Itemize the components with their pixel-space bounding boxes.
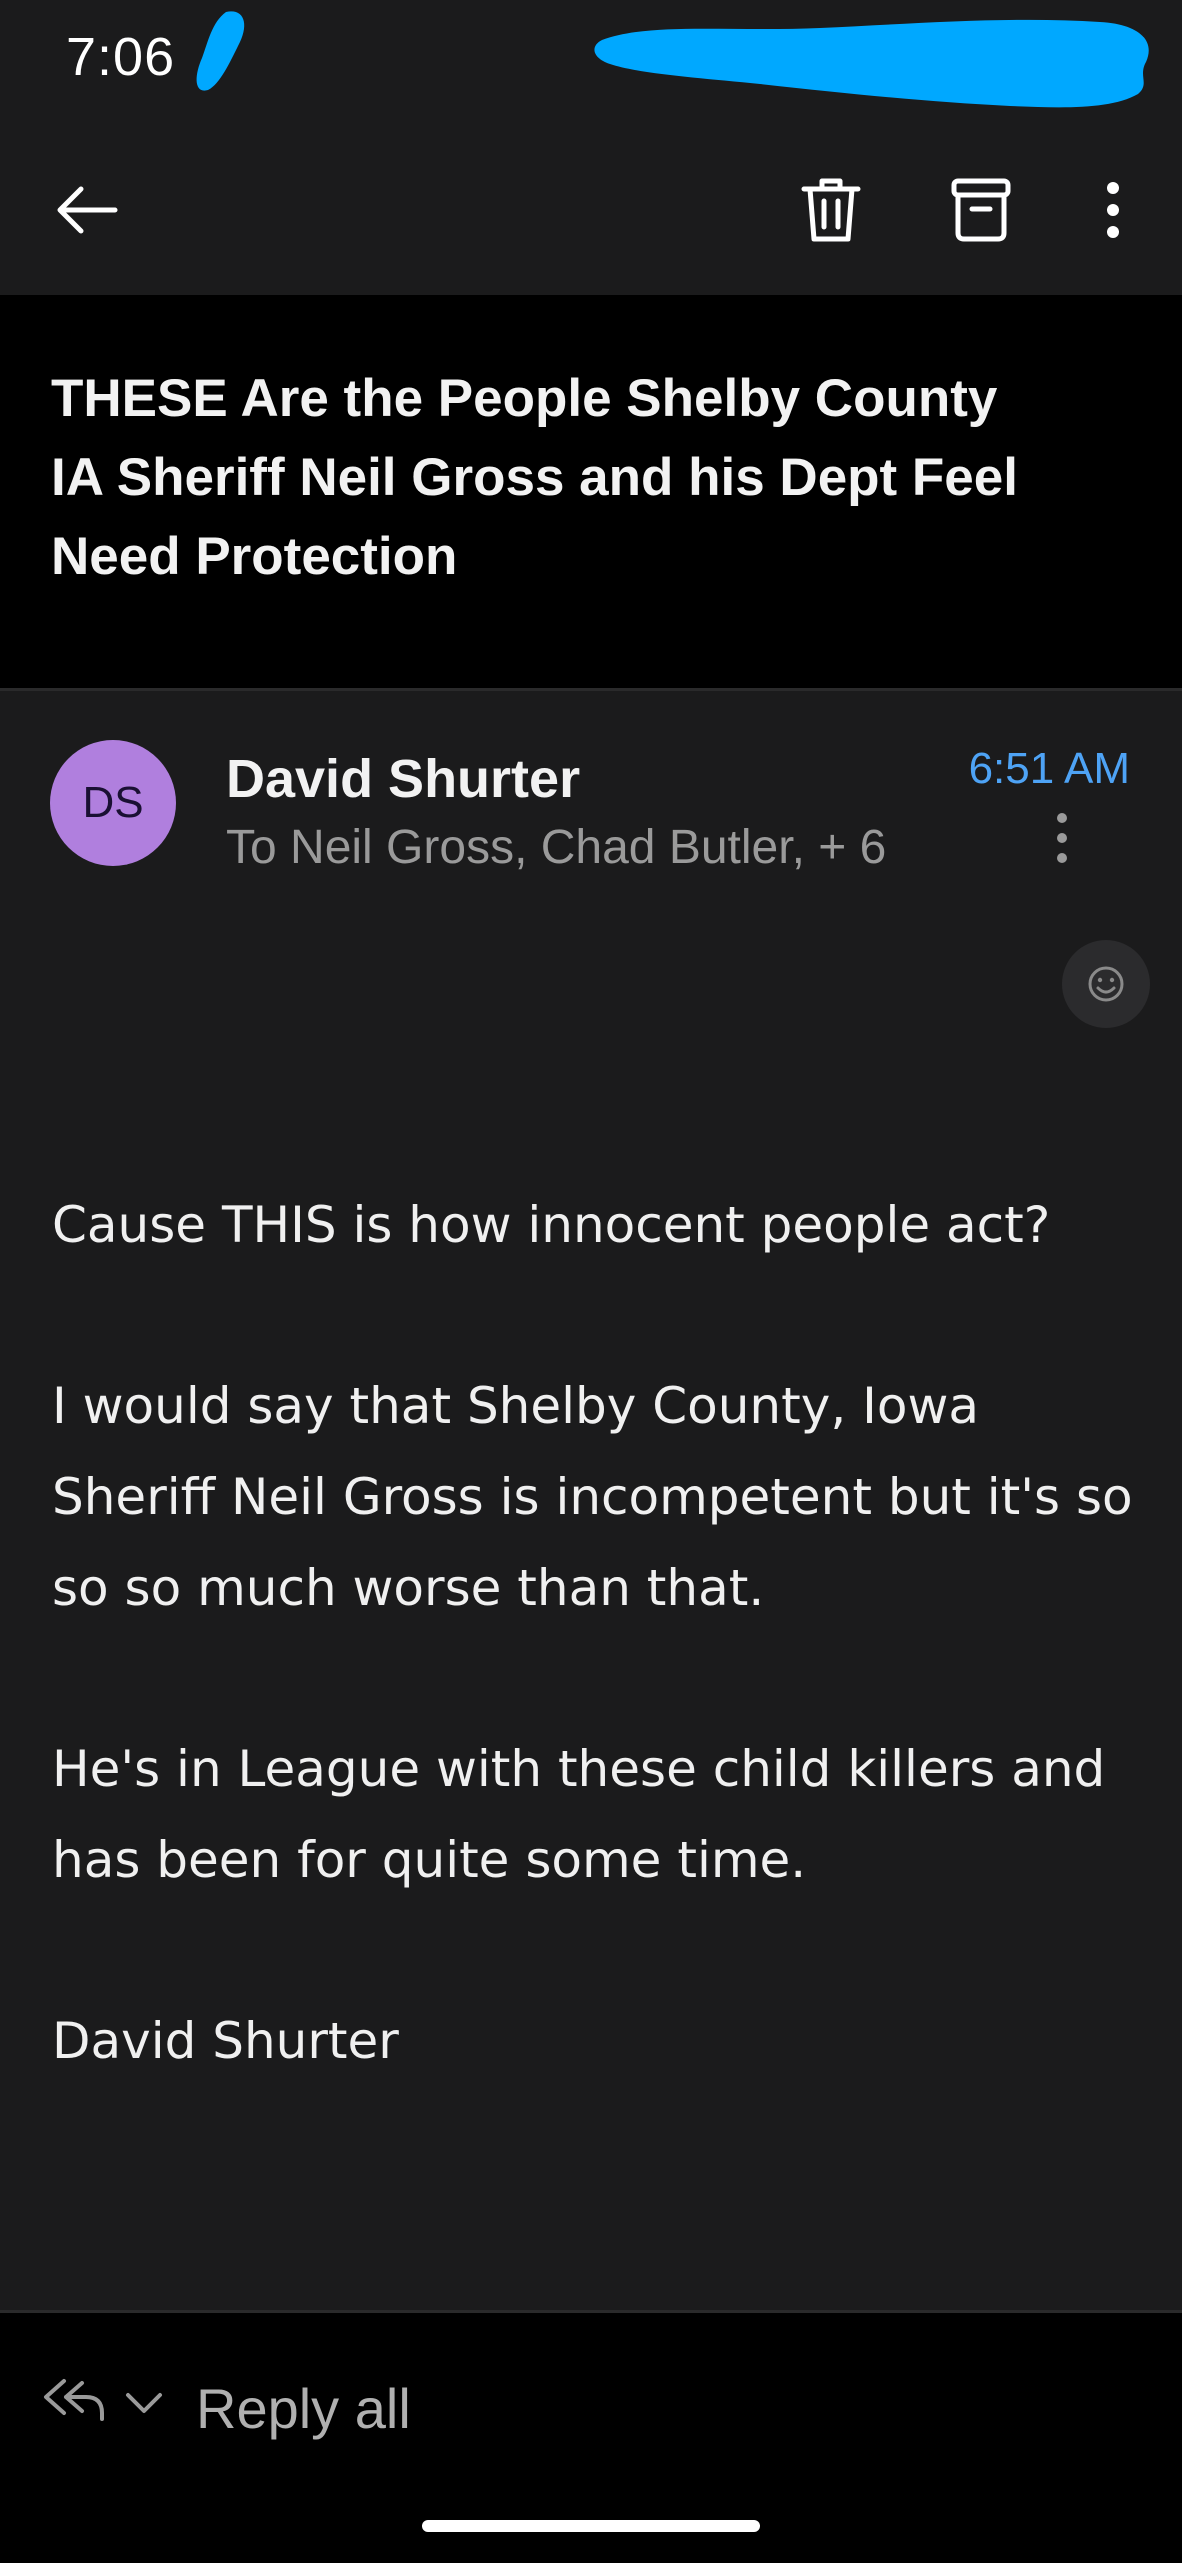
back-button[interactable] [42, 165, 132, 255]
email-subject: THESE Are the People Shelby County IA Sh… [51, 369, 1018, 586]
sender-avatar[interactable]: DS [50, 740, 176, 866]
archive-button[interactable] [936, 165, 1026, 255]
body-paragraph: Cause THIS is how innocent people act? [52, 1196, 1051, 1254]
email-body: Cause THIS is how innocent people act? I… [52, 1180, 1142, 2087]
message-more-button[interactable] [1040, 806, 1084, 870]
vertical-dots-icon [1057, 813, 1067, 863]
redaction-scribble [594, 19, 1149, 108]
add-reaction-button[interactable] [1062, 940, 1150, 1028]
body-signature: David Shurter [52, 2012, 399, 2070]
body-paragraph: He's in League with these child killers … [52, 1740, 1106, 1889]
sender-name[interactable]: David Shurter [226, 748, 580, 810]
bottom-bar: Reply all [0, 2310, 1182, 2563]
arrow-left-icon [57, 186, 118, 234]
divider [0, 688, 1182, 691]
delete-button[interactable] [786, 165, 876, 255]
status-time: 7:06 [66, 27, 176, 87]
chevron-down-icon[interactable] [122, 2389, 166, 2417]
trash-icon [801, 178, 861, 242]
message-time: 6:51 AM [968, 744, 1130, 793]
subject-area: THESE Are the People Shelby County IA Sh… [0, 295, 1182, 688]
archive-box-icon [951, 178, 1011, 242]
body-paragraph: I would say that Shelby County, Iowa She… [52, 1377, 1133, 1617]
reply-all-icon [44, 2379, 104, 2421]
toolbar [0, 125, 1182, 295]
recipients-line[interactable]: To Neil Gross, Chad Butler, + 6 [226, 820, 886, 875]
home-indicator [422, 2520, 760, 2532]
reply-all-label: Reply all [196, 2377, 411, 2440]
smiley-icon [1088, 966, 1124, 1002]
more-options-button[interactable] [1068, 165, 1158, 255]
redaction-scribble [196, 11, 245, 91]
status-bar: 7:06 [0, 0, 1182, 125]
vertical-dots-icon [1107, 182, 1119, 238]
